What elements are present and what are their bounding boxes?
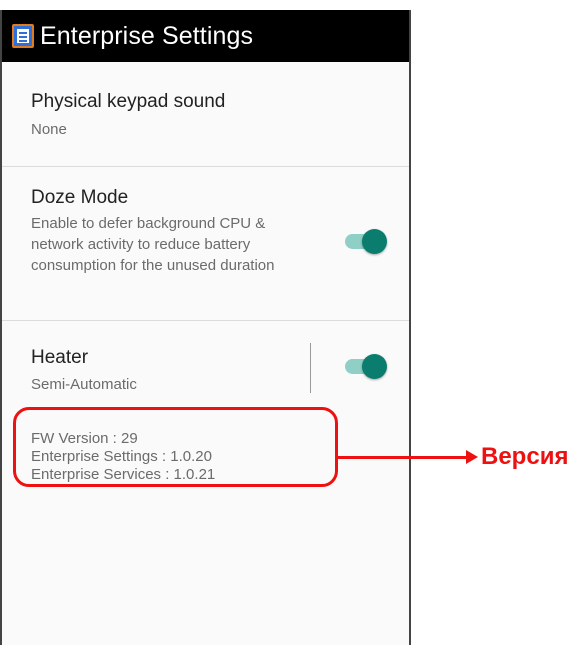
app-bar: Enterprise Settings	[2, 10, 409, 62]
setting-summary: None	[31, 121, 67, 138]
setting-doze-mode[interactable]: Doze Mode Enable to defer background CPU…	[2, 167, 409, 321]
toggle-thumb	[362, 354, 387, 379]
screenshot-canvas: Enterprise Settings Physical keypad soun…	[0, 0, 580, 645]
setting-heater[interactable]: Heater Semi-Automatic	[2, 321, 409, 417]
annotation-arrow-line	[338, 456, 470, 459]
annotation-label: Версия	[481, 443, 569, 470]
setting-title: Doze Mode	[31, 187, 129, 208]
heater-toggle[interactable]	[345, 352, 389, 380]
enterprise-settings-app-icon	[12, 24, 34, 48]
setting-title: Physical keypad sound	[31, 91, 226, 112]
setting-summary: Enable to defer background CPU & network…	[31, 215, 275, 274]
toggle-thumb	[362, 229, 387, 254]
doze-mode-toggle[interactable]	[345, 227, 389, 255]
version-highlight-box	[13, 407, 338, 487]
setting-physical-keypad-sound[interactable]: Physical keypad sound None	[2, 62, 409, 167]
phone-screen: Enterprise Settings Physical keypad soun…	[0, 10, 411, 645]
vertical-divider	[310, 343, 311, 393]
app-title: Enterprise Settings	[40, 21, 254, 50]
annotation-arrow-head-icon	[466, 450, 478, 464]
